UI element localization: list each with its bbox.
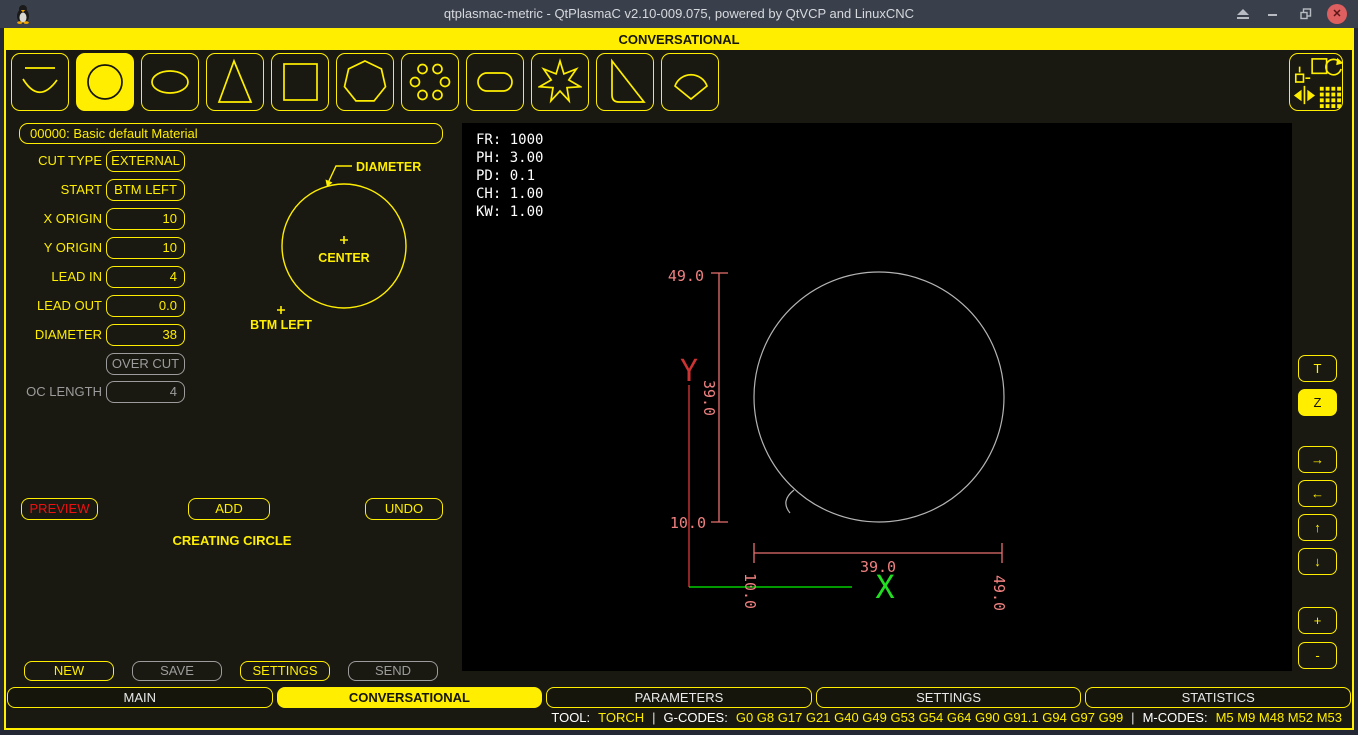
tab-settings[interactable]: SETTINGS — [816, 687, 1082, 708]
over-cut-spacer — [6, 353, 102, 375]
illus-start-label: BTM LEFT — [250, 318, 312, 332]
dim-h-mid: 39.0 — [860, 558, 896, 576]
ellipse-tool-icon — [148, 55, 192, 109]
tool-triangle-button[interactable] — [206, 53, 264, 111]
app-window: CONVERSATIONAL — [4, 28, 1354, 730]
line-tool-icon — [18, 55, 62, 109]
cut-type-button[interactable]: EXTERNAL — [106, 150, 185, 172]
diameter-label: DIAMETER — [6, 324, 102, 346]
tool-gusset-button[interactable] — [596, 53, 654, 111]
tool-sector-button[interactable] — [661, 53, 719, 111]
pan-left-button[interactable]: ← — [1298, 480, 1337, 507]
undo-button[interactable]: UNDO — [365, 498, 443, 520]
cut-type-label: CUT TYPE — [6, 150, 102, 172]
polygon-tool-icon — [343, 55, 387, 109]
tool-bolt-circle-button[interactable] — [401, 53, 459, 111]
start-button[interactable]: BTM LEFT — [106, 179, 185, 201]
view-top-button[interactable]: T — [1298, 355, 1337, 382]
over-cut-button[interactable]: OVER CUT — [106, 353, 185, 375]
gcode-preview-drawing: 49.0 10.0 39.0 Y X 39.0 10.0 49.0 — [462, 123, 1292, 671]
tab-statistics[interactable]: STATISTICS — [1085, 687, 1351, 708]
preview-button[interactable]: PREVIEW — [21, 498, 98, 520]
center-cross-icon — [340, 236, 348, 244]
status-message: CREATING CIRCLE — [6, 533, 458, 548]
pan-down-button[interactable]: ↓ — [1298, 548, 1337, 575]
status-bar: TOOL: TORCH | G-CODES: G0 G8 G17 G21 G40… — [6, 709, 1342, 726]
start-cross-icon — [277, 306, 285, 314]
conversational-header: CONVERSATIONAL — [6, 30, 1352, 50]
tool-star-button[interactable] — [531, 53, 589, 111]
tool-line-button[interactable] — [11, 53, 69, 111]
oc-length-input[interactable]: 4 — [106, 381, 185, 403]
new-button[interactable]: NEW — [24, 661, 114, 681]
rectangle-tool-icon — [278, 55, 322, 109]
dim-h-right: 49.0 — [990, 575, 1008, 611]
tool-rectangle-button[interactable] — [271, 53, 329, 111]
triangle-tool-icon — [213, 55, 257, 109]
tool-ellipse-button[interactable] — [141, 53, 199, 111]
minimize-button[interactable] — [1268, 0, 1278, 28]
gcodes-label: G-CODES: — [664, 710, 728, 725]
dim-v-top: 49.0 — [668, 267, 704, 285]
status-separator: | — [1131, 710, 1134, 725]
lead-out-input[interactable]: 0.0 — [106, 295, 185, 317]
settings-button[interactable]: SETTINGS — [240, 661, 330, 681]
circle-tool-icon — [83, 55, 127, 109]
lead-in-input[interactable]: 4 — [106, 266, 185, 288]
y-origin-input[interactable]: 10 — [106, 237, 185, 259]
bolt-circle-tool-icon — [408, 55, 452, 109]
transform-array-icon — [1290, 53, 1342, 111]
tab-conversational[interactable]: CONVERSATIONAL — [277, 687, 543, 708]
window-title: qtplasmac-metric - QtPlasmaC v2.10-009.0… — [0, 0, 1358, 28]
status-separator: | — [652, 710, 655, 725]
tool-label: TOOL: — [551, 710, 590, 725]
main-tab-bar: MAIN CONVERSATIONAL PARAMETERS SETTINGS … — [7, 687, 1351, 708]
tool-slot-button[interactable] — [466, 53, 524, 111]
mcodes-label: M-CODES: — [1143, 710, 1208, 725]
pan-right-button[interactable]: → — [1298, 446, 1337, 473]
x-origin-label: X ORIGIN — [6, 208, 102, 230]
tool-polygon-button[interactable] — [336, 53, 394, 111]
dim-v-bottom: 10.0 — [670, 514, 706, 532]
add-button[interactable]: ADD — [188, 498, 270, 520]
tab-parameters[interactable]: PARAMETERS — [546, 687, 812, 708]
close-button[interactable]: ✕ — [1327, 4, 1347, 24]
lead-out-label: LEAD OUT — [6, 295, 102, 317]
tool-circle-button[interactable] — [76, 53, 134, 111]
preview-leadin-arc — [786, 490, 794, 513]
transform-array-button[interactable] — [1289, 53, 1343, 111]
start-label: START — [6, 179, 102, 201]
mcodes-value: M5 M9 M48 M52 M53 — [1216, 710, 1342, 725]
circle-illustration: DIAMETER CENTER BTM LEFT — [239, 140, 461, 350]
restore-button[interactable] — [1300, 0, 1312, 28]
dim-v-mid: 39.0 — [700, 380, 718, 416]
lead-in-label: LEAD IN — [6, 266, 102, 288]
shade-button[interactable] — [1236, 0, 1250, 28]
pan-up-button[interactable]: ↑ — [1298, 514, 1337, 541]
gcodes-value: G0 G8 G17 G21 G40 G49 G53 G54 G64 G90 G9… — [736, 710, 1123, 725]
tool-value: TORCH — [598, 710, 644, 725]
view-z-button[interactable]: Z — [1298, 389, 1337, 416]
zoom-in-button[interactable]: + — [1298, 607, 1337, 634]
tab-main[interactable]: MAIN — [7, 687, 273, 708]
preview-canvas: FR: 1000 PH: 3.00 PD: 0.1 CH: 1.00 KW: 1… — [462, 123, 1292, 671]
x-origin-input[interactable]: 10 — [106, 208, 185, 230]
gusset-tool-icon — [603, 55, 647, 109]
y-axis-label: Y — [680, 354, 698, 389]
illus-diameter-label: DIAMETER — [356, 160, 421, 174]
slot-tool-icon — [473, 55, 517, 109]
y-origin-label: Y ORIGIN — [6, 237, 102, 259]
star-tool-icon — [538, 55, 582, 109]
titlebar: qtplasmac-metric - QtPlasmaC v2.10-009.0… — [0, 0, 1358, 28]
sector-tool-icon — [668, 55, 712, 109]
preview-circle-path — [754, 272, 1004, 522]
dim-h-left: 10.0 — [741, 573, 759, 609]
zoom-out-button[interactable]: - — [1298, 642, 1337, 669]
send-button[interactable]: SEND — [348, 661, 438, 681]
oc-length-label: OC LENGTH — [6, 381, 102, 403]
save-button[interactable]: SAVE — [132, 661, 222, 681]
diameter-input[interactable]: 38 — [106, 324, 185, 346]
illus-center-label: CENTER — [318, 251, 369, 265]
